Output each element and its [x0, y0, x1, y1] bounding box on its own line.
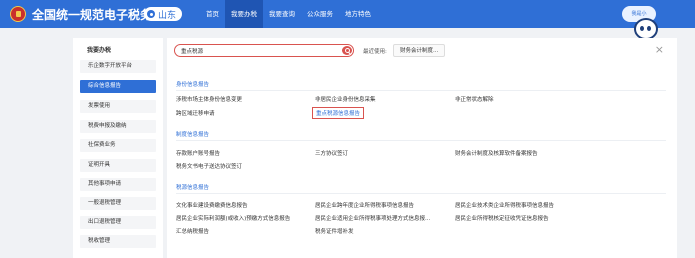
link-identity-change[interactable]: 涉税市场主体身份信息变更: [176, 95, 242, 103]
sidebar: 我要办税 乐企数字开放平台 综合信息报告 发票使用 税费申报及缴纳 社保费业务 …: [73, 38, 163, 258]
nav-local-features[interactable]: 地方特色: [339, 0, 377, 28]
assistant-mascot[interactable]: 我是小: [622, 6, 662, 42]
link-tax-certificate-reissue[interactable]: 税务证件增补发: [315, 227, 354, 235]
nav-handle-tax[interactable]: 我要办税: [225, 0, 263, 28]
link-nonresident-identity[interactable]: 非居民企业身份信息采集: [315, 95, 376, 103]
nav-query[interactable]: 我要查询: [263, 0, 301, 28]
section-divider: [176, 90, 666, 91]
section-title-tax-source: 税源信息报告: [176, 185, 210, 191]
link-deposit-account[interactable]: 存款账户账号报告: [176, 149, 220, 157]
recent-item-chip[interactable]: 财务会计制度...: [393, 44, 446, 57]
sidebar-item-other-requests[interactable]: 其他事项申请: [80, 178, 156, 191]
region-selector[interactable]: 山东: [144, 7, 183, 21]
sidebar-item-general-refund[interactable]: 一般退税管理: [80, 197, 156, 210]
page-margin: [677, 38, 695, 258]
nav-home[interactable]: 首页: [200, 0, 225, 28]
close-icon[interactable]: ×: [655, 44, 664, 56]
search-icon[interactable]: [342, 46, 352, 55]
recent-label: 最近使用:: [363, 49, 387, 55]
main-nav: 首页 我要办税 我要查询 公众服务 地方特色: [200, 0, 377, 28]
section-title-system: 制度信息报告: [176, 132, 210, 138]
link-key-tax-source-report[interactable]: 重点税源信息报告: [312, 107, 365, 119]
link-cross-region-migration[interactable]: 跨区域迁移申请: [176, 109, 215, 117]
tax-emblem-icon: [10, 6, 26, 22]
sidebar-item-declaration[interactable]: 税费申报及缴纳: [80, 120, 156, 133]
sidebar-item-tax-management[interactable]: 税收管理: [80, 235, 156, 248]
link-cross-year-cit-report[interactable]: 居民企业跨年度企业所得税事项信息报告: [315, 201, 414, 209]
link-cit-assessment-voucher-report[interactable]: 居民企业所得税核定征收凭证信息报告: [455, 214, 549, 222]
link-cit-handling-method-report[interactable]: 居民企业适用企业所得税事项处理方式信息报...: [315, 214, 430, 222]
sidebar-item-certificate[interactable]: 证明开具: [80, 159, 156, 172]
section-divider: [176, 193, 666, 194]
section-title-identity: 身份信息报告: [176, 82, 210, 88]
location-pin-icon: [147, 10, 155, 18]
sidebar-item-invoice[interactable]: 发票使用: [80, 100, 156, 113]
section-divider: [176, 140, 666, 141]
search-box[interactable]: 重点税源: [174, 44, 354, 57]
sidebar-item-social-security[interactable]: 社保费业务: [80, 139, 156, 152]
link-tripartite-agreement[interactable]: 三方协议签订: [315, 149, 348, 157]
sidebar-item-export-refund[interactable]: 出口退税管理: [80, 216, 156, 229]
sidebar-heading: 我要办税: [87, 47, 112, 54]
link-abnormal-status-release[interactable]: 非正常状态解除: [455, 95, 494, 103]
top-bar: 全国统一规范电子税务局 山东 首页 我要办税 我要查询 公众服务 地方特色 我是…: [0, 0, 695, 40]
link-tech-enterprise-cit-report[interactable]: 居民企业技术类企业所得税事项信息报告: [455, 201, 554, 209]
search-input[interactable]: 重点税源: [181, 47, 203, 55]
link-accounting-system-filing[interactable]: 财务会计制度及核算软件备案报告: [455, 149, 538, 157]
sidebar-item-info-report[interactable]: 综合信息报告: [80, 80, 156, 93]
main-panel: 重点税源 最近使用: 财务会计制度... × 身份信息报告 涉税市场主体身份信息…: [167, 38, 677, 258]
sidebar-item-leqi[interactable]: 乐企数字开放平台: [80, 60, 156, 73]
region-label: 山东: [158, 10, 177, 21]
link-actual-profit-prepay-report[interactable]: 居民企业实际利润额(或收入)预缴方式信息报告: [176, 214, 290, 222]
link-consolidated-tax-report[interactable]: 汇总纳税报告: [176, 227, 209, 235]
mascot-face-icon: [634, 18, 658, 40]
link-culture-fee-report[interactable]: 文化事业建设费缴费信息报告: [176, 201, 248, 209]
nav-public-service[interactable]: 公众服务: [301, 0, 339, 28]
link-e-delivery-agreement[interactable]: 税务文书电子送达协议签订: [176, 162, 242, 170]
